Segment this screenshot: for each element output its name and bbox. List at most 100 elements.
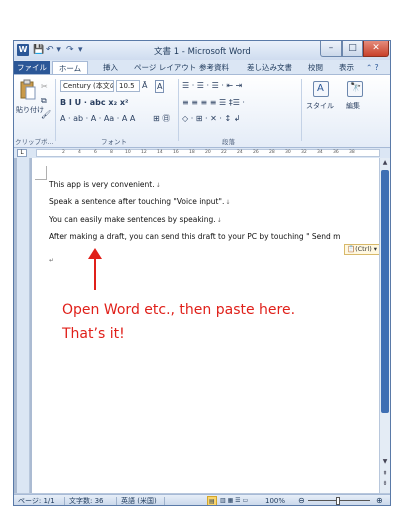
zoom-out-icon[interactable]: ⊖ xyxy=(298,496,305,505)
font-color-row[interactable]: A · ab · A · Aa · A A xyxy=(60,113,135,124)
previous-page-icon[interactable]: ⇞ xyxy=(381,470,389,478)
help-icon[interactable]: ⌃ ? xyxy=(366,61,379,74)
ruler-number: 12 xyxy=(141,150,147,155)
paste-icon[interactable] xyxy=(20,79,36,101)
grow-font-icon[interactable]: Ā xyxy=(142,80,147,91)
tab-home[interactable]: ホーム xyxy=(52,61,88,74)
ruler-number: 38 xyxy=(349,150,355,155)
alignment-buttons-row[interactable]: ≡ ≡ ≡ ≡ ☰ ‡☰ · xyxy=(182,97,245,108)
tab-view[interactable]: 表示 xyxy=(339,61,354,74)
ribbon-divider xyxy=(178,79,179,141)
paste-options-button[interactable]: 📋(Ctrl) ▾ xyxy=(344,244,379,255)
shading-buttons-row[interactable]: ◇ · ⊞ · ✕ · ↕ ↲ xyxy=(182,113,240,124)
status-divider xyxy=(164,497,165,505)
scroll-up-icon[interactable]: ▲ xyxy=(381,159,389,167)
document-area: This app is very convenient.↓ Speak a se… xyxy=(14,158,390,493)
language-indicator[interactable]: 英語 (米国) xyxy=(121,496,157,505)
document-line[interactable]: After making a draft, you can send this … xyxy=(49,232,341,241)
scroll-down-icon[interactable]: ▼ xyxy=(381,458,389,466)
ribbon-divider xyxy=(301,79,302,141)
customize-quick-access-icon[interactable]: ▾ xyxy=(78,44,83,56)
tab-references[interactable]: 参考資料 xyxy=(199,61,229,74)
document-line[interactable]: This app is very convenient.↓ xyxy=(49,180,161,189)
ruler-number: 26 xyxy=(253,150,259,155)
ruler-number: 16 xyxy=(173,150,179,155)
ruler-number: 10 xyxy=(125,150,131,155)
paste-button[interactable]: 貼り付け xyxy=(16,105,44,116)
view-mode-icons[interactable]: ▥ ▦ ☰ ▭ xyxy=(220,496,248,505)
font-name-select[interactable]: Century (本文のフォント xyxy=(60,80,114,92)
ruler-number: 36 xyxy=(333,150,339,155)
zoom-slider-thumb[interactable] xyxy=(336,497,340,505)
scroll-thumb[interactable] xyxy=(381,170,389,413)
find-icon[interactable]: 🔭 xyxy=(347,81,363,97)
close-button[interactable]: ✕ xyxy=(363,41,389,57)
save-icon[interactable]: 💾 xyxy=(33,44,44,56)
styles-icon[interactable]: A xyxy=(313,81,329,97)
format-painter-icon[interactable]: 🖌 xyxy=(41,109,51,120)
ribbon-divider xyxy=(55,79,56,141)
ribbon-home: 貼り付け ✂ ⧉ 🖌 クリップボ... Century (本文のフォント 10.… xyxy=(14,74,390,148)
title-bar: W 💾 ↶ ▾ ↷ ▾ 文書 1 - Microsoft Word – □ ✕ xyxy=(14,41,390,60)
clipboard-icon: 📋 xyxy=(347,245,356,253)
ruler-number: 24 xyxy=(237,150,243,155)
clear-format-icon[interactable]: A xyxy=(155,80,165,93)
ruler-number: 8 xyxy=(110,150,113,155)
ruler-number: 4 xyxy=(78,150,81,155)
status-divider xyxy=(116,497,117,505)
ruler-number: 14 xyxy=(157,150,163,155)
next-page-icon[interactable]: ⇟ xyxy=(381,480,389,488)
margin-corner-mark xyxy=(35,166,47,180)
red-arrow-shaft xyxy=(94,256,96,290)
clipboard-group-label: クリップボ... xyxy=(15,138,54,146)
tab-selector-icon[interactable]: L xyxy=(17,149,27,157)
ruler-number: 20 xyxy=(205,150,211,155)
minimize-button[interactable]: – xyxy=(320,41,342,57)
font-format-row[interactable]: B I U · abc x₂ x² xyxy=(60,97,129,108)
annotation-line-1: Open Word etc., then paste here. xyxy=(62,302,296,318)
vertical-ruler xyxy=(17,158,30,493)
status-bar: ページ: 1/1 文字数: 36 英語 (米国) ▤ ▥ ▦ ☰ ▭ 100% … xyxy=(14,494,390,505)
styles-button[interactable]: スタイル xyxy=(306,101,334,112)
zoom-in-icon[interactable]: ⊕ xyxy=(376,496,383,505)
ruler-number: 22 xyxy=(221,150,227,155)
list-buttons-row[interactable]: ☰ · ☰ · ☰ · ⇤ ⇥ xyxy=(182,80,242,91)
ruler-bar[interactable]: 2 4 6 8 10 12 14 16 18 20 22 24 26 28 30… xyxy=(36,149,380,157)
ruler-number: 34 xyxy=(317,150,323,155)
tab-mailings[interactable]: 差し込み文書 xyxy=(247,61,292,74)
document-line[interactable]: Speak a sentence after touching "Voice i… xyxy=(49,197,230,206)
ruler-number: 2 xyxy=(62,150,65,155)
maximize-button[interactable]: □ xyxy=(342,41,363,57)
ribbon-tabs: ファイル ホーム 挿入 ページ レイアウト 参考資料 差し込み文書 校閲 表示 … xyxy=(14,60,390,74)
undo-icon[interactable]: ↶ ▾ xyxy=(46,44,61,56)
page-counter[interactable]: ページ: 1/1 xyxy=(18,496,55,505)
document-line[interactable]: You can easily make sentences by speakin… xyxy=(49,215,222,224)
paragraph-mark: ↵ xyxy=(49,257,55,264)
editing-button[interactable]: 編集 xyxy=(346,101,360,112)
font-size-select[interactable]: 10.5 xyxy=(116,80,140,92)
window-title: 文書 1 - Microsoft Word xyxy=(154,47,251,57)
redo-icon[interactable]: ↷ xyxy=(66,44,74,56)
word-count[interactable]: 文字数: 36 xyxy=(69,496,104,505)
ruler-number: 32 xyxy=(301,150,307,155)
paragraph-group-label: 段落 xyxy=(222,138,235,146)
phonetic-guide-icon[interactable]: ⊞ ㊐ xyxy=(153,113,170,124)
cut-icon[interactable]: ✂ xyxy=(41,81,48,92)
ruler-number: 18 xyxy=(189,150,195,155)
word-window: W 💾 ↶ ▾ ↷ ▾ 文書 1 - Microsoft Word – □ ✕ … xyxy=(13,40,391,506)
status-divider xyxy=(64,497,65,505)
ruler-number: 6 xyxy=(94,150,97,155)
print-layout-view-icon[interactable]: ▤ xyxy=(207,496,217,505)
ruler-number: 30 xyxy=(285,150,291,155)
horizontal-ruler: L 2 4 6 8 10 12 14 16 18 20 22 24 26 28 … xyxy=(14,148,390,158)
tab-review[interactable]: 校閲 xyxy=(308,61,323,74)
tab-file[interactable]: ファイル xyxy=(14,61,50,74)
zoom-level[interactable]: 100% xyxy=(265,496,285,505)
vertical-scrollbar[interactable]: ▲ ▼ ⇞ ⇟ xyxy=(379,158,390,493)
font-group-label: フォント xyxy=(101,138,127,146)
document-page[interactable]: This app is very convenient.↓ Speak a se… xyxy=(32,158,379,493)
word-app-icon[interactable]: W xyxy=(17,44,29,56)
tab-page-layout[interactable]: ページ レイアウト xyxy=(134,61,196,74)
copy-icon[interactable]: ⧉ xyxy=(41,95,47,106)
tab-insert[interactable]: 挿入 xyxy=(103,61,118,74)
